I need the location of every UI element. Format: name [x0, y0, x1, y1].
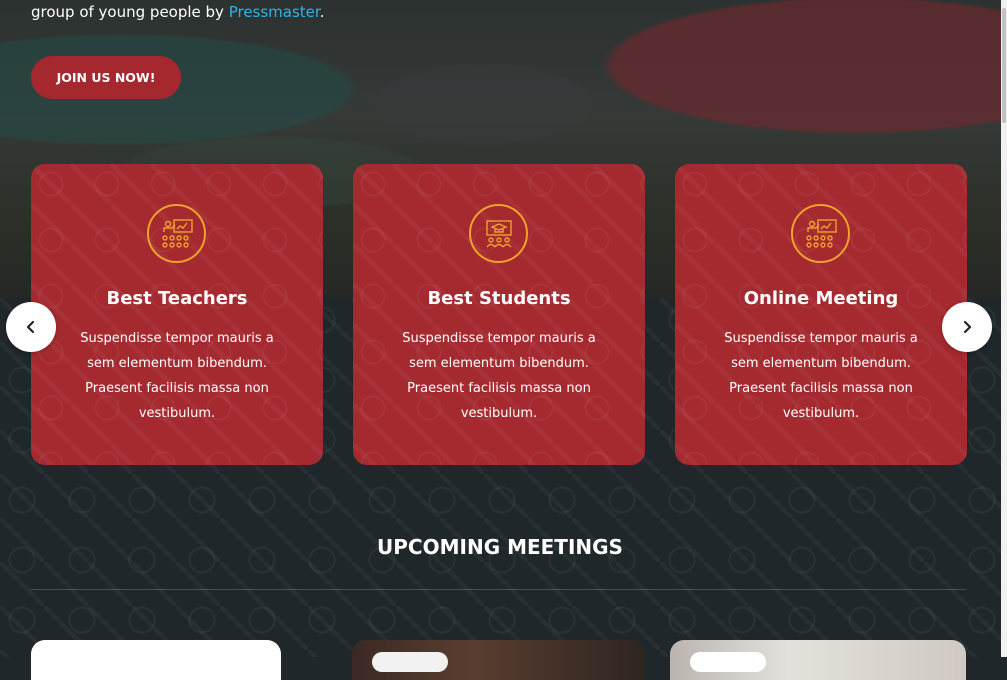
- page-scrollbar[interactable]: [1001, 0, 1007, 657]
- upcoming-meetings-heading: UPCOMING MEETINGS: [377, 535, 623, 559]
- carousel-prev-button[interactable]: [6, 302, 56, 352]
- hero-intro-text: group of young people by Pressmaster.: [31, 3, 324, 21]
- chevron-left-icon: [26, 320, 35, 334]
- card-title: Best Students: [427, 288, 571, 309]
- card-title: Best Teachers: [106, 288, 248, 309]
- meeting-card-image[interactable]: [670, 640, 966, 680]
- chevron-right-icon: [963, 320, 972, 334]
- classroom-teacher-icon: [147, 204, 206, 263]
- meeting-badge: [372, 652, 448, 672]
- card-description: Suspendisse tempor mauris a sem elementu…: [402, 331, 596, 421]
- intro-suffix: .: [319, 3, 325, 21]
- service-card-best-teachers: Best Teachers Suspendisse tempor mauris …: [31, 164, 323, 465]
- card-title: Online Meeting: [743, 288, 899, 309]
- service-card-online-meeting: Online Meeting Suspendisse tempor mauris…: [675, 164, 967, 465]
- join-us-button[interactable]: JOIN US NOW!: [31, 56, 181, 99]
- meeting-badge: [690, 652, 766, 672]
- section-divider: [31, 589, 966, 590]
- card-description: Suspendisse tempor mauris a sem elementu…: [80, 331, 274, 421]
- scrollbar-thumb[interactable]: [1002, 8, 1006, 123]
- intro-prefix: group of young people by: [31, 3, 229, 21]
- card-description: Suspendisse tempor mauris a sem elementu…: [724, 331, 918, 421]
- carousel-next-button[interactable]: [942, 302, 992, 352]
- meeting-card-image[interactable]: [352, 640, 645, 680]
- meeting-card[interactable]: [31, 640, 281, 680]
- graduation-board-icon: [469, 204, 528, 263]
- service-card-best-students: Best Students Suspendisse tempor mauris …: [353, 164, 645, 465]
- classroom-teacher-icon: [791, 204, 850, 263]
- pressmaster-link[interactable]: Pressmaster: [229, 3, 320, 21]
